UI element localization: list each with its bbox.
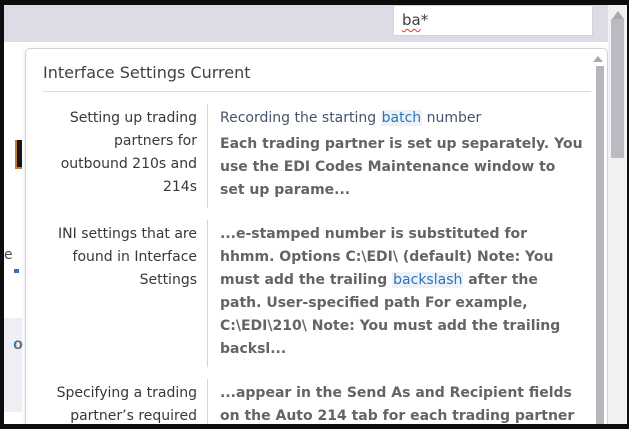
window-scroll-up-arrow-icon[interactable] bbox=[612, 11, 624, 19]
search-result-row[interactable]: INI settings that are found in Interface… bbox=[43, 220, 607, 367]
popup-heading: Interface Settings Current bbox=[43, 63, 591, 82]
help-viewer-viewport: ba* e o Interface Settings Current Setti… bbox=[4, 5, 627, 424]
background-link-fragment bbox=[14, 269, 19, 273]
search-term-highlight: batch bbox=[381, 110, 423, 126]
result-micro-title[interactable]: Recording the starting batch number bbox=[220, 107, 583, 130]
result-snippet: Each trading partner is set up separatel… bbox=[220, 133, 583, 202]
snippet-text: ...appear in the Send As and Recipient f… bbox=[220, 385, 574, 424]
background-text-fragment: o bbox=[13, 335, 22, 353]
search-result-row[interactable]: Specifying a trading partner’s required … bbox=[43, 379, 607, 424]
background-panel-fragment: o bbox=[4, 318, 22, 412]
popup-scroll-up-arrow-icon[interactable] bbox=[593, 56, 603, 62]
result-topic-title[interactable]: Specifying a trading partner’s required … bbox=[43, 379, 197, 424]
search-result-row[interactable]: Setting up trading partners for outbound… bbox=[43, 104, 607, 208]
result-topic-title[interactable]: INI settings that are found in Interface… bbox=[43, 220, 197, 367]
micro-title-text: number bbox=[422, 110, 481, 126]
search-results-popup: Interface Settings Current Setting up tr… bbox=[25, 48, 608, 424]
window-scrollbar-thumb[interactable] bbox=[611, 19, 624, 158]
search-input[interactable]: ba* bbox=[393, 5, 593, 36]
search-results-list: Setting up trading partners for outbound… bbox=[26, 92, 607, 424]
background-letter-fragment bbox=[15, 140, 22, 169]
result-detail: Recording the starting batch number Each… bbox=[207, 104, 607, 208]
result-topic-title[interactable]: Setting up trading partners for outbound… bbox=[43, 104, 197, 208]
micro-title-text: Recording the starting bbox=[220, 110, 381, 126]
search-query-text: ba bbox=[402, 11, 421, 29]
result-snippet: ...appear in the Send As and Recipient f… bbox=[220, 382, 583, 424]
result-detail: ...e-stamped number is substituted for h… bbox=[207, 220, 607, 367]
popup-scrollbar-thumb[interactable] bbox=[596, 66, 604, 424]
search-query-wildcard: * bbox=[421, 11, 429, 29]
result-snippet: ...e-stamped number is substituted for h… bbox=[220, 223, 583, 361]
background-text-fragment: e bbox=[4, 247, 13, 263]
window-frame: ba* e o Interface Settings Current Setti… bbox=[0, 0, 629, 429]
result-detail: ...appear in the Send As and Recipient f… bbox=[207, 379, 607, 424]
window-scrollbar[interactable] bbox=[608, 5, 627, 424]
search-term-highlight: backslash bbox=[392, 272, 463, 288]
